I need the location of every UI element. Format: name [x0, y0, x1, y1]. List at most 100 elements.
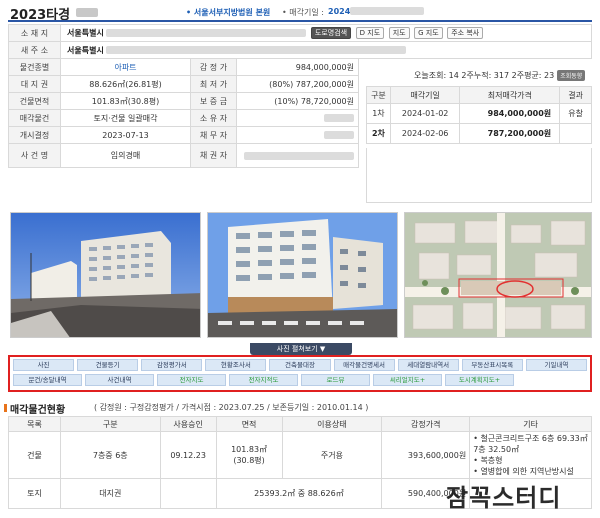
history-round: 2차 [366, 123, 391, 144]
location-label: 소 재 지 [8, 24, 61, 42]
history-date: 2024-01-02 [389, 103, 461, 124]
property-type-label: 물건종별 [8, 58, 61, 76]
history-header-date: 매각기일 [389, 86, 461, 104]
land-rights-value: 88.626㎡(26.81평) [60, 75, 191, 93]
owner-redacted [324, 114, 354, 122]
owner-value [236, 109, 359, 127]
tab-schedule-history[interactable]: 기일내역 [525, 359, 587, 371]
new-address-redacted [106, 46, 407, 54]
tab-property-list[interactable]: 부동산표시목록 [461, 359, 523, 371]
appraisal-value: 984,000,000원 [236, 58, 359, 76]
page-header: 2023타경 • 서울서부지방법원 본원 • 매각기일 : 2024. [0, 0, 600, 23]
tab-photos[interactable]: 사진 [13, 359, 75, 371]
crosswalk-photo-image [208, 213, 397, 337]
status-item: 토지 [8, 478, 61, 509]
status-area: 101.83㎡ (30.8평) [215, 431, 283, 479]
tab-building-registry[interactable]: 건물등기 [77, 359, 139, 371]
status-note: • 복층형 [473, 456, 503, 465]
document-tabs: 사진 건물등기 감정평가서 현황조사서 건축물대장 매각물건명세서 세대열람내역… [8, 355, 592, 392]
header-divider [8, 20, 592, 22]
start-decision-value: 2023-07-13 [60, 126, 191, 144]
start-decision-label: 개시결정 [8, 126, 61, 144]
status-type: 대지권 [59, 478, 161, 509]
tab-documents-delivery[interactable]: 문건/송달내역 [13, 374, 82, 386]
tab-sale-specification[interactable]: 매각물건명세서 [333, 359, 395, 371]
status-row: 건물 7층중 6층 09.12.23 101.83㎡ (30.8평) 주거용 3… [8, 431, 592, 479]
tab-cadastral-map[interactable]: 전자지적도 [229, 374, 298, 386]
status-header-usage: 이용상태 [281, 416, 383, 432]
tab-case-history[interactable]: 사건내역 [85, 374, 154, 386]
location-cell: 서울특별시 도로명검색 D 지도 지도 G 지도 주소 복사 [60, 24, 592, 42]
minimum-price-label: 최 저 가 [190, 75, 237, 93]
status-notes: • 철근콘크리트구조 6층 69.33㎡ 7층 32.50㎡ • 복층형 • 열… [469, 431, 592, 479]
sale-date-label: • 매각기일 : [282, 8, 324, 17]
property-type-value[interactable]: 아파트 [60, 58, 191, 76]
road-address-button[interactable]: 도로명검색 [310, 27, 352, 39]
history-result [559, 123, 592, 144]
status-header-price: 감정가격 [381, 416, 471, 432]
creditor-redacted [244, 151, 354, 160]
section-meta: ( 감정원 : 구정감정평가 / 가격시점 : 2023.07.25 / 보존등… [94, 403, 369, 412]
status-header-notes: 기타 [469, 416, 592, 432]
copy-address-button[interactable]: 주소 복사 [447, 27, 484, 39]
history-header-round: 구분 [366, 86, 391, 104]
case-name-label: 사 건 명 [8, 143, 61, 168]
section-marker [4, 404, 7, 412]
history-empty-area [366, 148, 592, 203]
tab-household-record[interactable]: 세대열람내역서 [397, 359, 459, 371]
debtor-label: 채 무 자 [190, 126, 237, 144]
apartment-street-photo[interactable] [10, 212, 201, 338]
tab-urban-plan-map[interactable]: 도시계획지도+ [445, 374, 514, 386]
debtor-redacted [324, 131, 354, 139]
deposit-label: 보 증 금 [190, 92, 237, 110]
apartment-crosswalk-photo[interactable] [207, 212, 398, 338]
location-redacted [106, 29, 307, 37]
location-value: 서울특별시 [67, 28, 104, 38]
tab-row-2: 문건/송달내역 사건내역 전자지도 전자지적도 로드뷰 씨리얼지도+ 도시계획지… [13, 374, 587, 386]
sale-item-label: 매각물건 [8, 109, 61, 127]
history-price: 984,000,000원 [459, 103, 561, 124]
building-area-label: 건물면적 [8, 92, 61, 110]
google-map-button[interactable]: G 지도 [414, 27, 443, 39]
status-header-type: 구분 [59, 416, 161, 432]
appraisal-label: 감 정 가 [190, 58, 237, 76]
new-address-label: 새 주 소 [8, 41, 61, 59]
creditor-value [236, 143, 359, 168]
land-rights-label: 대 지 권 [8, 75, 61, 93]
view-trend-button[interactable]: 조회동향 [557, 70, 586, 81]
tab-row-1: 사진 건물등기 감정평가서 현황조사서 건축물대장 매각물건명세서 세대열람내역… [13, 359, 587, 371]
history-result: 유찰 [559, 103, 592, 124]
tab-cereal-map[interactable]: 씨리얼지도+ [373, 374, 442, 386]
tab-building-ledger[interactable]: 건축물대장 [269, 359, 331, 371]
status-header-approval: 사용승인 [159, 416, 217, 432]
tab-status-report[interactable]: 현황조사서 [205, 359, 267, 371]
new-address-cell: 서울특별시 [60, 41, 592, 59]
creditor-label: 채 권 자 [190, 143, 237, 168]
status-approval: 09.12.23 [159, 431, 217, 479]
deposit-value: (10%) 78,720,000원 [236, 92, 359, 110]
status-price: 393,600,000원 [381, 431, 471, 479]
aerial-map-image [405, 213, 591, 337]
history-row: 1차 2024-01-02 984,000,000원 유찰 [366, 103, 592, 124]
history-price: 787,200,000원 [459, 123, 561, 144]
case-name-value: 임의경매 [60, 143, 191, 168]
history-row: 2차 2024-02-06 787,200,000원 [366, 123, 592, 144]
naver-map-button[interactable]: 지도 [388, 27, 410, 39]
tab-appraisal-report[interactable]: 감정평가서 [141, 359, 203, 371]
sale-date-redacted [350, 7, 424, 15]
view-stats: 오늘조회: 14 2주누적: 317 2주평균: 23 조회동향 [366, 66, 592, 85]
status-item: 건물 [8, 431, 61, 479]
case-number-redacted [76, 8, 98, 17]
history-header-result: 결과 [559, 86, 592, 104]
view-stats-text: 오늘조회: 14 2주누적: 317 2주평균: 23 [414, 71, 555, 80]
aerial-map-photo[interactable] [404, 212, 592, 338]
photo-expand-button[interactable]: 사진 펼쳐보기 ▼ [250, 343, 352, 355]
daum-map-button[interactable]: D 지도 [355, 27, 385, 39]
tab-electronic-map[interactable]: 전자지도 [157, 374, 226, 386]
tab-roadview[interactable]: 로드뷰 [301, 374, 370, 386]
auction-history-table: 구분 매각기일 최저매각가격 결과 1차 2024-01-02 984,000,… [366, 86, 592, 144]
history-round: 1차 [366, 103, 391, 124]
section-title: 매각물건현황 [10, 405, 66, 416]
history-date: 2024-02-06 [389, 123, 461, 144]
debtor-value [236, 126, 359, 144]
